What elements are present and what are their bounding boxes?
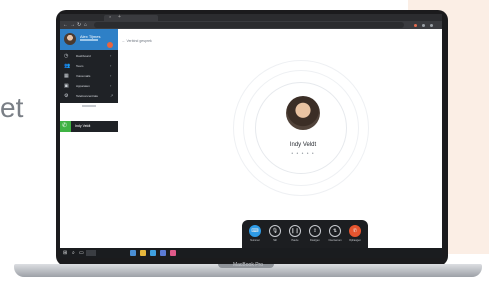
control-label: Pauze	[291, 239, 299, 242]
call-card-name: Indy Veldt	[75, 124, 91, 128]
app-icon[interactable]	[160, 250, 166, 256]
sidebar-item-team[interactable]: 👥 Team ›	[60, 61, 118, 71]
back-link[interactable]: ← Verbind gesprek	[122, 39, 152, 43]
browser-addressbar: ← → ↻ ⌂	[60, 21, 442, 29]
device-icon: ▣	[64, 83, 69, 89]
sidebar-item-label: Dashboard	[76, 54, 91, 58]
pause-icon: ❙❙	[289, 225, 301, 237]
chevron-right-icon: ›	[110, 83, 112, 88]
hangup-button[interactable]: ✆ Ophangen	[345, 220, 365, 248]
call-accent: ✆	[60, 121, 71, 132]
url-input[interactable]	[94, 22, 404, 28]
control-label: Ophangen	[349, 239, 361, 242]
sidebar-item-label: Voicemails	[76, 74, 91, 78]
home-icon[interactable]: ⌂	[84, 21, 87, 29]
app-icon[interactable]	[150, 250, 156, 256]
menu-icon[interactable]	[430, 24, 433, 27]
reload-icon[interactable]: ↻	[77, 21, 81, 29]
forward-arrow-icon[interactable]: →	[70, 21, 75, 29]
os-taskbar: ⊞ ⌕ ▭	[60, 248, 442, 258]
back-arrow-icon[interactable]: ←	[63, 21, 68, 29]
avatar	[64, 33, 76, 45]
call-status-dots: • • • • •	[291, 151, 315, 157]
control-label: Overnemen	[328, 239, 342, 242]
laptop-label: MacBook Pro	[232, 262, 263, 268]
user-status-bar	[80, 39, 98, 41]
chevron-right-icon: ›	[110, 63, 112, 68]
windows-start-icon[interactable]: ⊞	[63, 248, 67, 258]
sidebar-item-voicemails[interactable]: ▦ Voicemails ›	[60, 71, 118, 81]
control-label: Nummer	[250, 239, 260, 242]
extension-icon[interactable]	[422, 24, 425, 27]
microphone-icon: 🎙	[269, 225, 281, 237]
hangup-icon: ✆	[349, 225, 361, 237]
settings-icon: ⚙	[64, 93, 69, 99]
background-text: et	[0, 92, 24, 123]
keypad-icon: ⌨	[249, 225, 261, 237]
swap-icon: ⇅	[329, 225, 341, 237]
sidebar-menu: ◷ Dashboard › 👥 Team › ▦ Voicemails › ▣ …	[60, 50, 118, 103]
dialpad-icon: ▦	[64, 73, 69, 79]
hold-button[interactable]: ❙❙ Pauze	[285, 220, 305, 248]
mute-button[interactable]: 🎙 Stil	[265, 220, 285, 248]
consult-button[interactable]: ⇅ Overnemen	[325, 220, 345, 248]
active-call-card[interactable]: ✆ Indy Veldt	[60, 121, 118, 132]
chevron-right-icon: ›	[110, 53, 112, 58]
notification-badge	[107, 42, 113, 48]
search-icon[interactable]: ⌕	[72, 248, 75, 258]
sidebar-divider	[82, 105, 96, 107]
sidebar-item-dashboard[interactable]: ◷ Dashboard ›	[60, 51, 118, 61]
control-label: Doorgev.	[310, 239, 320, 242]
transfer-button[interactable]: ⇪ Doorgev.	[305, 220, 325, 248]
callee-avatar	[286, 96, 320, 130]
sidebar: Alex Tijmes ◷ Dashboard › 👥 Team › ▦ Voi…	[60, 29, 118, 135]
task-view-icon[interactable]: ▭	[79, 248, 84, 258]
callee-name: Indy Veldt	[289, 142, 317, 148]
control-label: Stil	[273, 239, 277, 242]
phone-icon: ✆	[62, 123, 68, 129]
people-icon: 👥	[64, 63, 71, 69]
sidebar-item-label: Apparaten	[76, 84, 90, 88]
tab-close-icon[interactable]: ×	[109, 14, 111, 20]
sidebar-item-telefooncentrale[interactable]: ⚙ Telefooncentrale ↗	[60, 91, 118, 101]
new-tab-icon[interactable]: +	[118, 14, 121, 20]
sidebar-item-label: Team	[76, 64, 84, 68]
taskbar-search[interactable]	[86, 250, 96, 256]
folder-icon[interactable]	[140, 250, 146, 256]
extension-icon[interactable]	[414, 24, 417, 27]
profile-card[interactable]: Alex Tijmes	[60, 29, 118, 50]
chevron-right-icon: ›	[110, 73, 112, 78]
app-icon[interactable]	[170, 250, 176, 256]
laptop-screen: × + ← → ↻ ⌂ Alex Tijmes ◷ Dashboard › 👥	[60, 14, 442, 258]
sidebar-item-apparaten[interactable]: ▣ Apparaten ›	[60, 81, 118, 91]
external-link-icon: ↗	[110, 93, 114, 98]
keypad-button[interactable]: ⌨ Nummer	[245, 220, 265, 248]
clock-icon: ◷	[64, 53, 69, 59]
browser-tabbar: × +	[60, 14, 442, 21]
app-icon[interactable]	[130, 250, 136, 256]
sidebar-item-label: Telefooncentrale	[76, 94, 99, 98]
transfer-icon: ⇪	[309, 225, 321, 237]
call-controls: ⌨ Nummer 🎙 Stil ❙❙ Pauze ⇪ Doorgev. ⇅ Ov…	[242, 220, 368, 248]
